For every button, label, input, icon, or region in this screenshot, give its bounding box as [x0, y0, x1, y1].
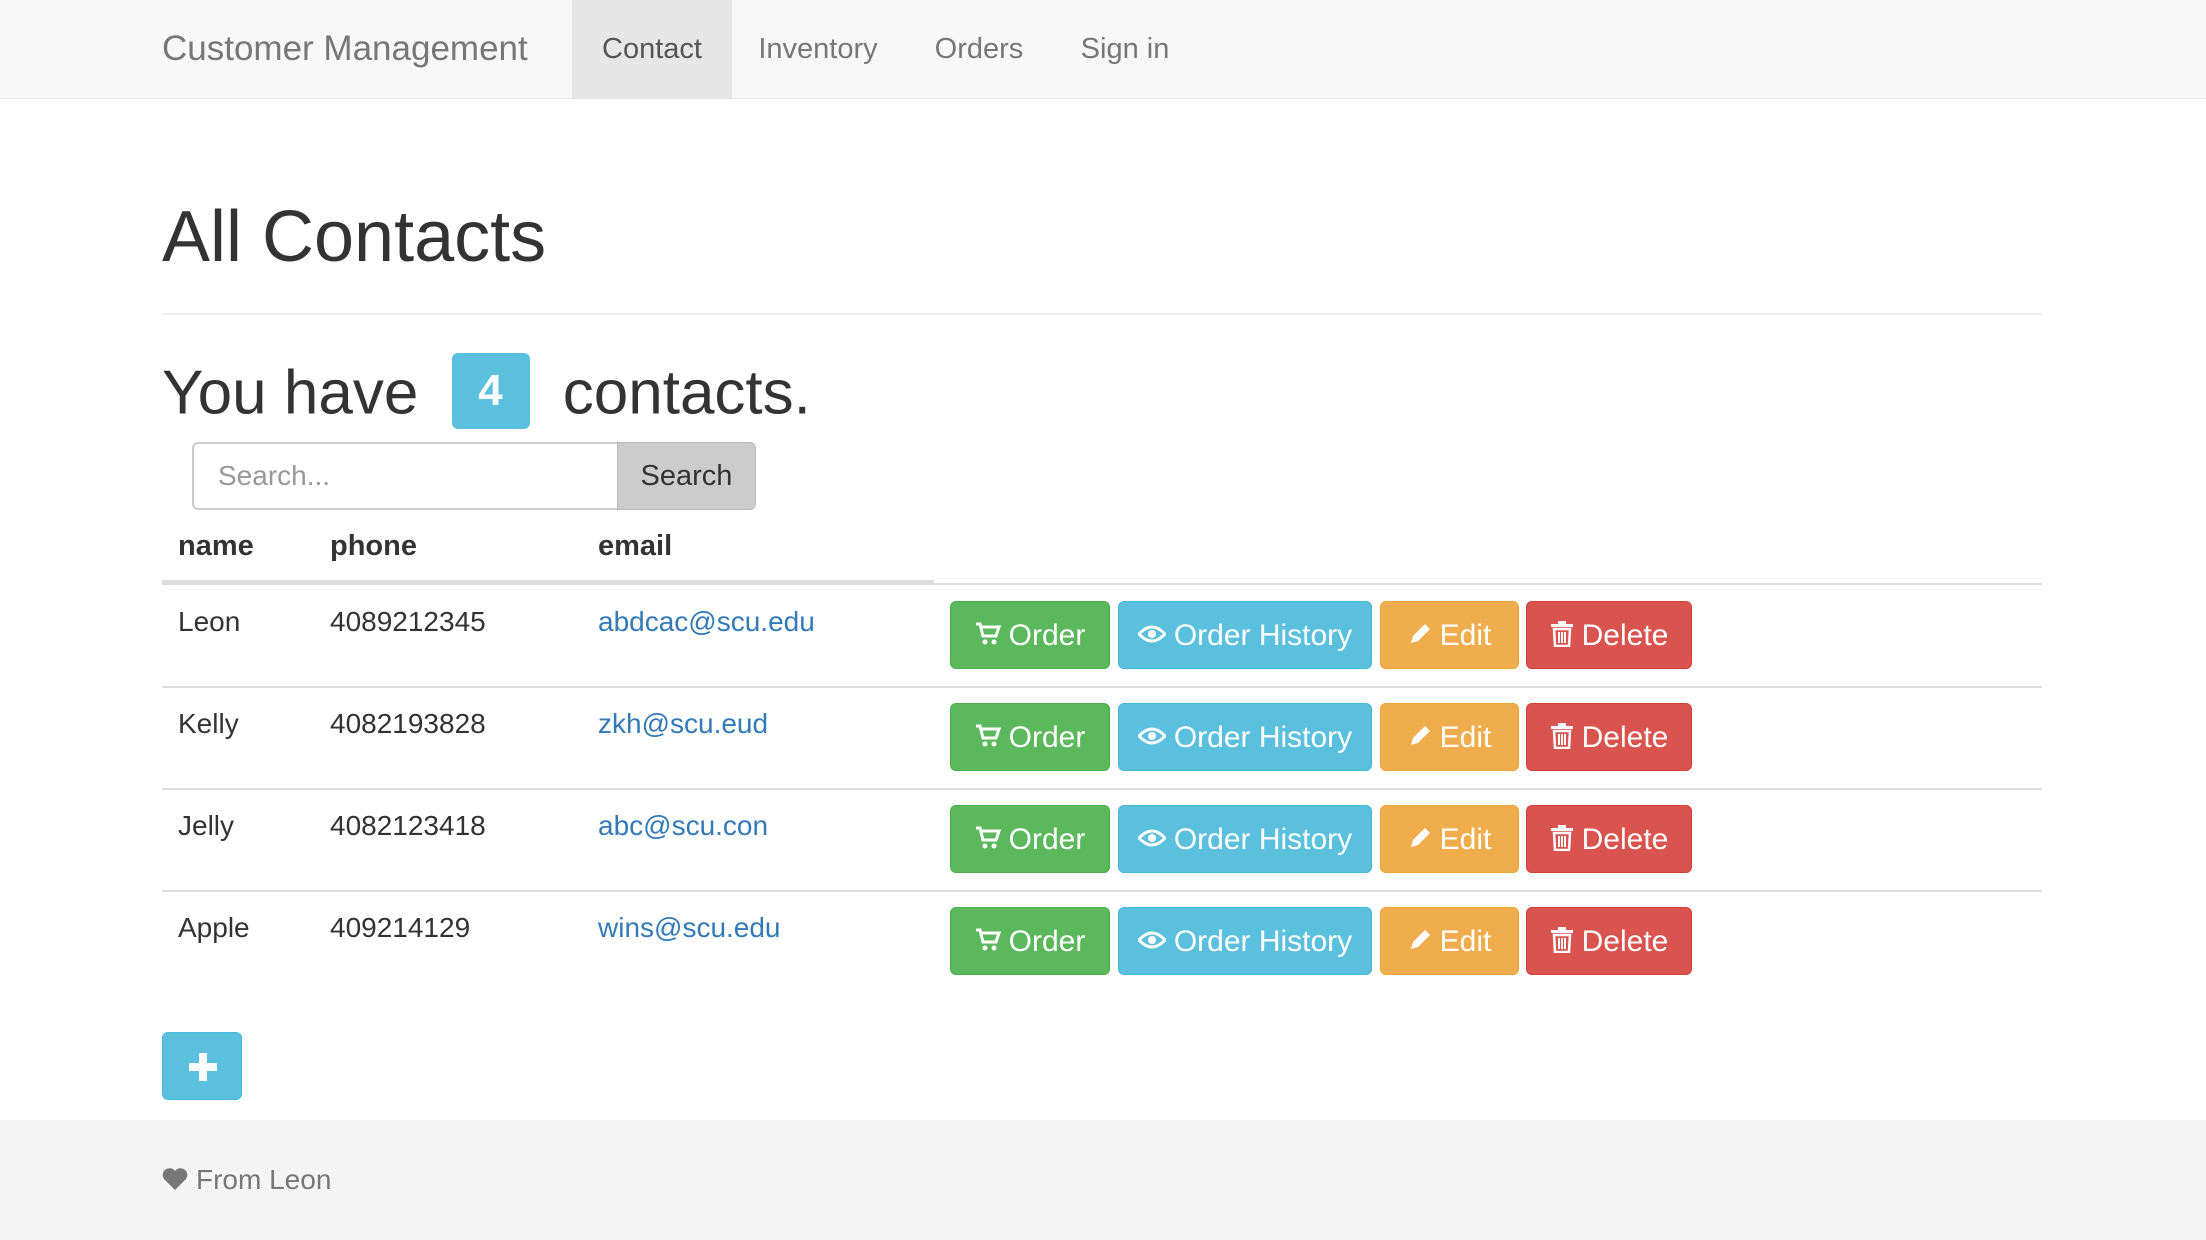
count-prefix: You have — [162, 358, 419, 428]
delete-button[interactable]: Delete — [1526, 805, 1692, 873]
eye-icon — [1136, 727, 1167, 745]
pencil-icon — [1410, 726, 1430, 746]
cell-name: Kelly — [178, 708, 239, 739]
navbar: Customer Management Contact Inventory Or… — [0, 0, 2206, 99]
order-history-button[interactable]: Order History — [1118, 601, 1372, 669]
order-label: Order — [1008, 721, 1086, 754]
row-divider — [162, 583, 2042, 585]
delete-label: Delete — [1581, 823, 1669, 856]
cell-phone: 409214129 — [330, 912, 471, 943]
pencil-icon — [1410, 828, 1430, 848]
search-input[interactable] — [192, 442, 617, 510]
column-header-name: name — [178, 530, 254, 562]
edit-label: Edit — [1439, 619, 1492, 652]
count-suffix: contacts. — [562, 358, 811, 428]
cell-email-link[interactable]: abc@scu.con — [598, 808, 768, 844]
cell-name: Leon — [178, 606, 241, 637]
cell-name: Jelly — [178, 810, 235, 841]
trash-icon — [1550, 825, 1573, 852]
row-divider — [162, 686, 2042, 688]
eye-icon — [1136, 931, 1167, 949]
nav-item-inventory[interactable]: Inventory — [732, 0, 904, 98]
order-button[interactable]: Order — [950, 703, 1110, 771]
order-history-label: Order History — [1173, 823, 1353, 856]
cell-email-link[interactable]: zkh@scu.eud — [598, 706, 768, 742]
order-history-button[interactable]: Order History — [1118, 907, 1372, 975]
edit-button[interactable]: Edit — [1380, 907, 1519, 975]
column-header-email: email — [598, 530, 673, 562]
order-label: Order — [1008, 925, 1086, 958]
delete-button[interactable]: Delete — [1526, 907, 1692, 975]
order-button[interactable]: Order — [950, 601, 1110, 669]
shopping-cart-icon — [975, 724, 1001, 747]
order-label: Order — [1008, 619, 1086, 652]
edit-button[interactable]: Edit — [1380, 805, 1519, 873]
nav-item-sign-in[interactable]: Sign in — [1054, 0, 1196, 98]
contact-count-heading: You have 4 contacts. — [162, 350, 811, 434]
shopping-cart-icon — [975, 826, 1001, 849]
edit-label: Edit — [1439, 925, 1492, 958]
order-button[interactable]: Order — [950, 805, 1110, 873]
edit-button[interactable]: Edit — [1380, 601, 1519, 669]
add-contact-button[interactable] — [162, 1032, 242, 1100]
order-history-label: Order History — [1173, 925, 1353, 958]
cell-name: Apple — [178, 912, 250, 943]
page-title: All Contacts — [162, 197, 547, 277]
edit-button[interactable]: Edit — [1380, 703, 1519, 771]
pencil-icon — [1410, 930, 1430, 950]
shopping-cart-icon — [975, 622, 1001, 645]
column-header-phone: phone — [330, 530, 417, 562]
plus-icon — [189, 1053, 217, 1081]
nav-item-contact[interactable]: Contact — [572, 0, 732, 98]
delete-label: Delete — [1581, 721, 1669, 754]
shopping-cart-icon — [975, 928, 1001, 951]
heart-icon — [162, 1167, 188, 1190]
footer-text: From Leon — [196, 1164, 332, 1195]
order-history-label: Order History — [1173, 721, 1353, 754]
cell-email-link[interactable]: abdcac@scu.edu — [598, 604, 815, 640]
delete-label: Delete — [1581, 925, 1669, 958]
eye-icon — [1136, 625, 1167, 643]
contact-count-badge: 4 — [451, 352, 530, 429]
edit-label: Edit — [1439, 823, 1492, 856]
trash-icon — [1550, 621, 1573, 648]
footer-credit: From Leon — [162, 1162, 331, 1198]
trash-icon — [1550, 927, 1573, 954]
delete-label: Delete — [1581, 619, 1669, 652]
search-button[interactable]: Search — [617, 442, 756, 510]
order-history-button[interactable]: Order History — [1118, 703, 1372, 771]
order-label: Order — [1008, 823, 1086, 856]
cell-phone: 4089212345 — [330, 606, 486, 637]
order-button[interactable]: Order — [950, 907, 1110, 975]
delete-button[interactable]: Delete — [1526, 601, 1692, 669]
cell-phone: 4082193828 — [330, 708, 486, 739]
cell-phone: 4082123418 — [330, 810, 486, 841]
order-history-label: Order History — [1173, 619, 1353, 652]
nav-item-orders[interactable]: Orders — [904, 0, 1054, 98]
trash-icon — [1550, 723, 1573, 750]
cell-email-link[interactable]: wins@scu.edu — [598, 910, 781, 946]
order-history-button[interactable]: Order History — [1118, 805, 1372, 873]
navbar-brand[interactable]: Customer Management — [162, 0, 528, 98]
row-divider — [162, 788, 2042, 790]
title-divider — [162, 313, 2042, 315]
row-divider — [162, 890, 2042, 892]
delete-button[interactable]: Delete — [1526, 703, 1692, 771]
eye-icon — [1136, 829, 1167, 847]
pencil-icon — [1410, 624, 1430, 644]
edit-label: Edit — [1439, 721, 1492, 754]
